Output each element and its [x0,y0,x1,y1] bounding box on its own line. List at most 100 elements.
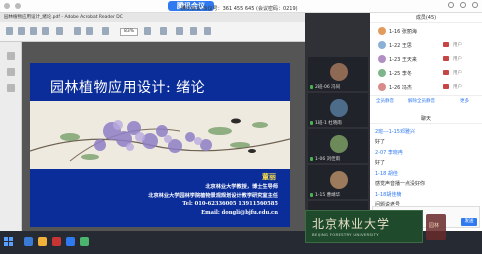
flower-painting-image [30,101,290,169]
print-icon[interactable] [30,27,37,35]
member-actions: 全员静音 解除全员静音 更多 [370,95,482,105]
avatar [378,83,386,91]
email-icon[interactable] [42,27,49,35]
seal-text: 园林 [429,223,440,229]
member-row[interactable]: 1-25 李冬 用户 [370,67,482,79]
participant-avatar [330,99,348,117]
zoom-in-icon[interactable] [144,27,151,35]
chat-sender: 2-07 李晓冉 [375,150,403,156]
mic-icon [310,85,313,89]
teacher-title: 北京林业大学教授，博士生导师 [205,184,278,190]
video-tile[interactable]: 1-15 曹靖华 [308,165,368,199]
members-header: 成员(45) [370,13,482,23]
teacher-department: 北京林业大学园林学院植物景观规划设计教学研究室主任 [148,193,278,199]
camera-off-icon[interactable] [443,42,449,47]
window-controls [448,2,478,8]
chat-sender: 1-18胡佳楠 [375,192,402,198]
member-name: 1-16 张丽海 [389,29,417,35]
camera-off-icon[interactable] [443,70,449,75]
meeting-id-text: 腾讯会议 会议号：361 455 645 (会议密码：0219) [181,6,298,12]
pdf-toolbar: 83% [0,22,305,42]
zoom-out-icon[interactable] [102,27,109,35]
more-button[interactable]: 更多 [460,98,469,104]
member-row[interactable]: 1-16 张丽海 [370,25,482,37]
chat-message: 感觉声音播一点没好你 [375,181,426,187]
chat-sender: 1-18 胡佳 [375,171,398,177]
teacher-email: Email: dongli@bjfu.edu.cn [201,210,278,216]
university-logo: 北京林业大学 BEIJING FORESTRY UNIVERSITY [305,210,423,243]
avatar [378,69,386,77]
teacher-phone: Tel: 010-62336005 13911560585 [182,201,278,207]
minimize-icon[interactable] [448,2,454,8]
maximize-icon[interactable] [460,2,466,8]
member-row[interactable]: 1-23 王天来 用户 [370,53,482,65]
member-row[interactable]: 1-22 王思 用户 [370,39,482,51]
page-down-icon[interactable] [86,27,93,35]
unmute-all-button[interactable]: 解除全员静音 [408,98,435,104]
top-left-icons [4,3,21,9]
logo-text: 北京林业大学 [312,217,391,231]
chat-header: 聊天 [370,115,482,124]
participant-name: 1-15 曹靖华 [315,193,341,198]
comment-icon[interactable] [176,27,183,35]
bookmark-icon[interactable] [7,52,15,60]
meeting-app-icon[interactable] [66,237,75,246]
pdf-reader-icon[interactable] [52,237,61,246]
camera-off-icon[interactable] [443,84,449,89]
close-icon[interactable] [472,2,478,8]
home-icon[interactable] [6,27,13,35]
pdf-side-pane [0,42,22,231]
member-name: 1-23 王天来 [389,57,417,63]
zoom-field[interactable]: 83% [120,28,138,36]
windows-start-icon[interactable] [4,237,14,247]
mic-icon [310,157,313,161]
mute-all-button[interactable]: 全员静音 [376,98,394,104]
wechat-icon[interactable] [80,237,89,246]
member-role: 用户 [453,57,462,62]
send-button[interactable]: 发送 [461,218,477,226]
participant-name: 1-06 刘佳雨 [315,157,341,162]
signal-icon[interactable] [15,3,21,9]
member-name: 1-26 冯杰 [389,85,412,91]
participant-avatar [330,171,348,189]
video-tile[interactable]: 1-06 刘佳雨 [308,129,368,163]
video-tile[interactable]: 1班-1 杜晓雨 [308,93,368,127]
avatar [378,55,386,63]
fit-page-icon[interactable] [160,27,167,35]
pdf-window-title: 园林植物应用设计_绪论.pdf - Adobe Acrobat Reader D… [0,13,305,22]
participant-avatar [330,63,348,81]
thumbnail-icon[interactable] [7,68,15,76]
presentation-slide: 园林植物应用设计: 绪论 董丽 北京林业大学教授，博士生导师 北京林业大学园林学… [30,63,290,227]
member-row[interactable]: 1-26 冯杰 用户 [370,81,482,93]
camera-off-icon[interactable] [443,56,449,61]
member-role: 用户 [453,85,462,90]
mic-icon [310,193,313,197]
participant-avatar [330,135,348,153]
browser-icon[interactable] [24,237,33,246]
member-name: 1-22 王思 [389,43,412,49]
screen: 腾讯会议 腾讯会议 会议号：361 455 645 (会议密码：0219) 园林… [0,0,482,254]
meeting-top-bar: 腾讯会议 腾讯会议 会议号：361 455 645 (会议密码：0219) [0,0,482,13]
teacher-name: 董丽 [262,172,276,181]
flower-painting [30,101,290,169]
avatar [378,27,386,35]
chat-sender: 2班---1-15邓雅兴 [375,129,415,135]
mic-icon [310,121,313,125]
page-up-icon[interactable] [74,27,81,35]
seal-badge: 园林 [426,214,446,240]
sign-icon[interactable] [204,27,211,35]
folder-icon[interactable] [38,237,47,246]
highlight-icon[interactable] [190,27,197,35]
save-icon[interactable] [18,27,25,35]
avatar [378,41,386,49]
logo-subtitle: BEIJING FORESTRY UNIVERSITY [312,232,379,237]
search-icon[interactable] [56,27,63,35]
chat-message: 好了 [375,139,386,145]
attachment-icon[interactable] [7,84,15,92]
video-tile[interactable]: 2班-06 冯同 [308,57,368,91]
member-role: 用户 [453,43,462,48]
slide-title: 园林植物应用设计: 绪论 [50,80,206,96]
participant-name: 2班-06 冯同 [315,85,341,90]
info-icon[interactable] [4,3,10,9]
video-strip: 2班-06 冯同 1班-1 杜晓雨 1-06 刘佳雨 1-15 曹靖华 1-06… [305,13,370,231]
